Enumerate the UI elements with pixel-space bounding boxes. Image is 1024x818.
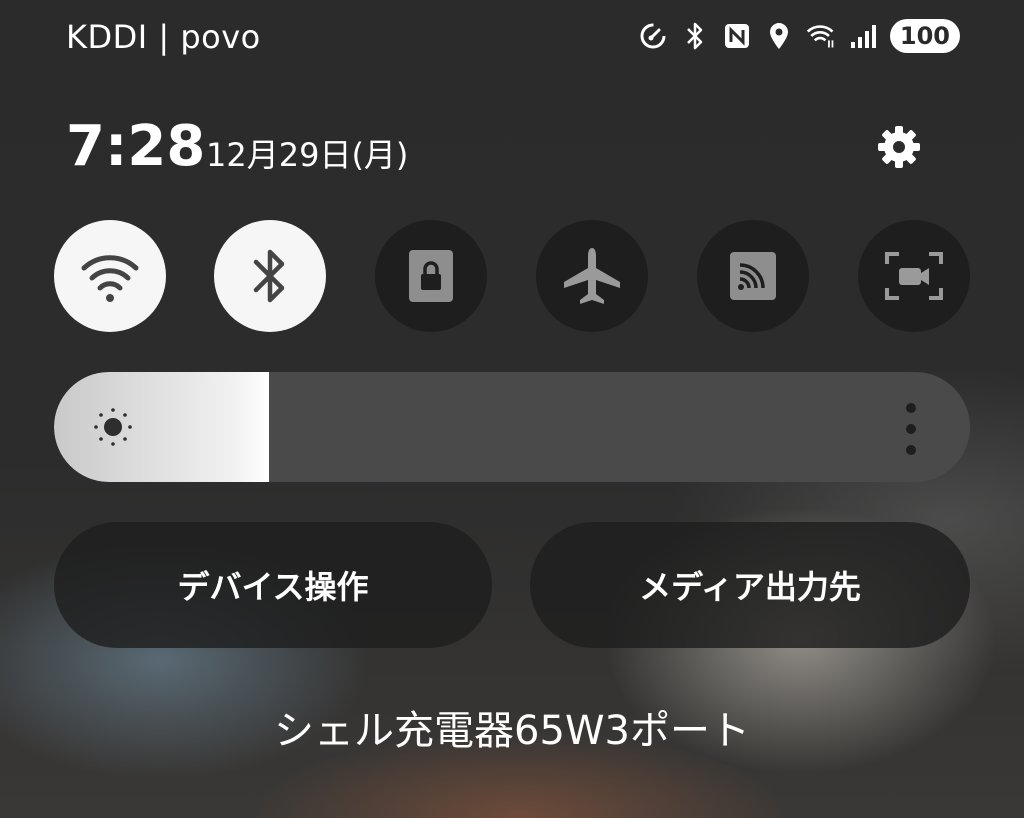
quick-settings-tiles bbox=[54, 220, 970, 334]
wifi-icon bbox=[806, 21, 836, 51]
cast-icon bbox=[730, 252, 776, 300]
status-bar: KDDI | povo 100 bbox=[0, 0, 1024, 72]
carrier-label: KDDI | povo bbox=[66, 18, 261, 56]
media-title[interactable]: シェル充電器65W3ポート bbox=[0, 698, 1024, 756]
screen-record-icon bbox=[885, 252, 943, 300]
tile-wifi[interactable] bbox=[54, 220, 166, 332]
data-saver-icon bbox=[638, 21, 668, 51]
tile-cast[interactable] bbox=[697, 220, 809, 332]
bluetooth-icon bbox=[253, 249, 285, 303]
tile-screen-record[interactable] bbox=[858, 220, 970, 332]
location-icon bbox=[764, 21, 794, 51]
nfc-icon bbox=[722, 21, 752, 51]
more-vert-icon[interactable] bbox=[896, 402, 926, 456]
media-output-button[interactable]: メディア出力先 bbox=[530, 522, 970, 648]
header: 7:28 12月29日(月) bbox=[64, 112, 960, 182]
battery-indicator: 100 bbox=[889, 19, 960, 53]
clock[interactable]: 7:28 bbox=[66, 114, 205, 179]
airplane-icon bbox=[564, 248, 620, 304]
signal-icon bbox=[848, 21, 878, 51]
wifi-icon bbox=[81, 255, 139, 302]
brightness-slider[interactable] bbox=[54, 372, 970, 482]
tile-screen-lock[interactable] bbox=[375, 220, 487, 332]
tile-airplane[interactable] bbox=[536, 220, 648, 332]
device-control-button[interactable]: デバイス操作 bbox=[54, 522, 492, 648]
brightness-fill[interactable] bbox=[54, 372, 269, 482]
date[interactable]: 12月29日(月) bbox=[206, 130, 408, 176]
gear-icon[interactable] bbox=[874, 122, 924, 172]
sun-icon bbox=[92, 406, 134, 448]
tile-bluetooth[interactable] bbox=[214, 220, 326, 332]
status-icons: 100 bbox=[638, 18, 960, 54]
bluetooth-icon bbox=[680, 21, 710, 51]
lock-icon bbox=[409, 250, 453, 302]
